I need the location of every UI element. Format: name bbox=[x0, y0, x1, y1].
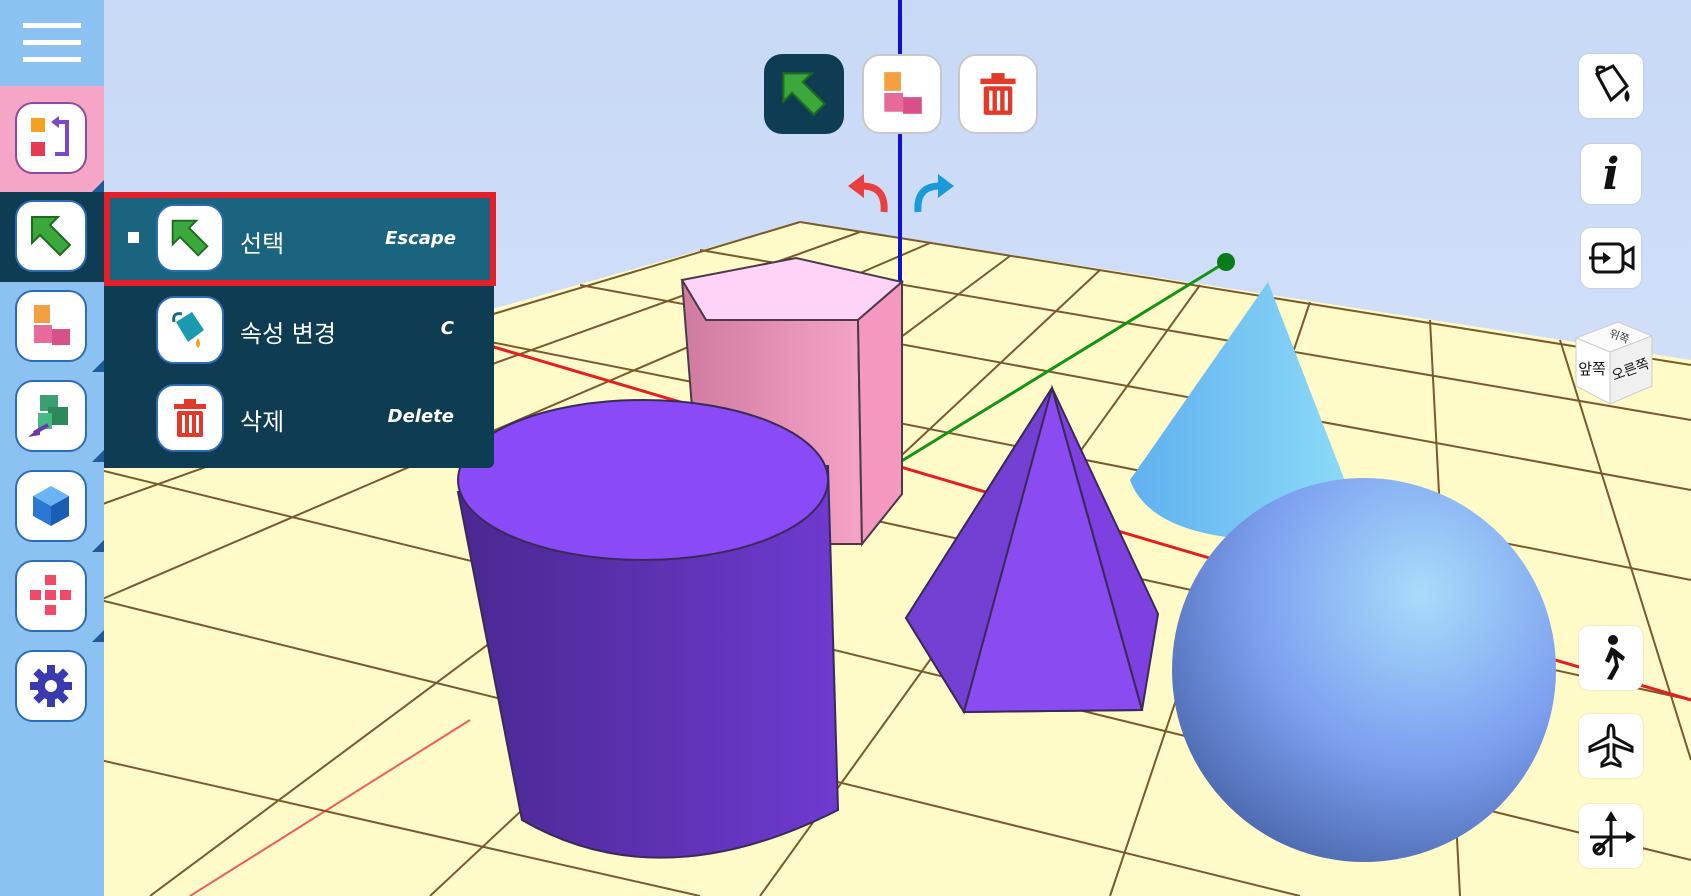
menu-item-change-properties[interactable]: 속성 변경 C bbox=[104, 286, 494, 374]
sidebar-item-add-block[interactable] bbox=[0, 282, 104, 372]
menu-item-label: 선택 bbox=[240, 230, 285, 258]
camera-switch-button[interactable] bbox=[1581, 228, 1641, 288]
camera-switch-icon bbox=[1589, 242, 1635, 274]
select-tool-popup-menu: 선택 Escape 속성 변경 C 삭제 Delete bbox=[104, 192, 496, 468]
menu-item-select[interactable]: 선택 Escape bbox=[104, 192, 496, 286]
walking-person-icon bbox=[1605, 635, 1625, 680]
trash-icon bbox=[980, 73, 1016, 115]
paint-bucket-icon bbox=[1594, 64, 1630, 103]
trash-icon bbox=[156, 384, 224, 452]
sidebar-item-net[interactable] bbox=[0, 552, 104, 642]
convert-icon bbox=[31, 116, 69, 156]
sphere[interactable] bbox=[1172, 478, 1556, 862]
gear-icon bbox=[30, 665, 72, 707]
cube-stack-icon bbox=[34, 305, 70, 345]
select-arrow-icon bbox=[31, 216, 72, 257]
menu-item-shortcut: Escape bbox=[385, 228, 456, 249]
selected-indicator bbox=[128, 232, 139, 243]
top-select-button[interactable] bbox=[764, 54, 844, 134]
sidebar-item-settings[interactable] bbox=[0, 642, 104, 732]
menu-item-label: 삭제 bbox=[240, 408, 285, 436]
axis-arrows-icon bbox=[1590, 811, 1636, 857]
redo-icon[interactable] bbox=[912, 172, 956, 214]
hamburger-menu-button[interactable] bbox=[0, 0, 104, 86]
axis-mode-button[interactable] bbox=[1579, 804, 1643, 868]
fly-mode-button[interactable] bbox=[1579, 714, 1643, 778]
sidebar-item-solid[interactable] bbox=[0, 462, 104, 552]
sidebar-item-convert[interactable] bbox=[0, 86, 104, 192]
info-icon: i bbox=[1602, 148, 1620, 200]
cylinder[interactable] bbox=[456, 399, 840, 859]
cube-stack-icon bbox=[884, 72, 922, 114]
menu-item-delete[interactable]: 삭제 Delete bbox=[104, 374, 494, 462]
paint-button[interactable] bbox=[1579, 54, 1643, 118]
cube-net-icon bbox=[30, 575, 71, 615]
move-blocks-icon bbox=[28, 395, 68, 437]
cube-face-front: 앞쪽 bbox=[1578, 360, 1606, 378]
select-arrow-icon bbox=[156, 204, 224, 272]
undo-icon[interactable] bbox=[846, 172, 890, 214]
select-arrow-icon bbox=[782, 72, 827, 117]
blue-cube-icon bbox=[33, 486, 69, 526]
sidebar-item-move-block[interactable] bbox=[0, 372, 104, 462]
top-add-block-button[interactable] bbox=[862, 54, 942, 134]
menu-item-shortcut: C bbox=[440, 318, 454, 339]
view-orientation-cube[interactable]: 위쪽 앞쪽 오른쪽 bbox=[1566, 314, 1656, 406]
airplane-icon bbox=[1588, 723, 1634, 769]
info-button[interactable]: i bbox=[1581, 144, 1641, 204]
hamburger-icon bbox=[23, 23, 81, 62]
menu-item-shortcut: Delete bbox=[387, 406, 454, 427]
paint-bucket-icon bbox=[156, 296, 224, 364]
sidebar-item-select[interactable] bbox=[0, 192, 104, 282]
left-toolbar bbox=[0, 0, 104, 896]
walk-mode-button[interactable] bbox=[1579, 626, 1643, 690]
axis-endpoint bbox=[1217, 253, 1235, 271]
top-delete-button[interactable] bbox=[958, 54, 1038, 134]
menu-item-label: 속성 변경 bbox=[240, 320, 336, 348]
